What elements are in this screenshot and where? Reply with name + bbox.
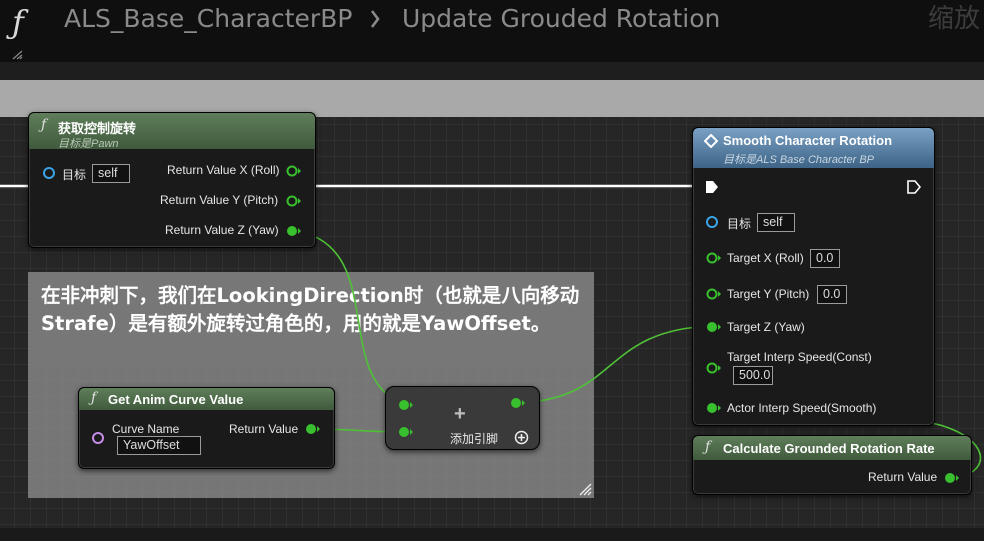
node-smooth-character-rotation[interactable]: Smooth Character Rotation 目标是ALS Base Ch… (692, 127, 935, 426)
name-pin-icon[interactable] (91, 431, 105, 445)
target-z-label: Target Z (Yaw) (727, 320, 805, 334)
node-add-float[interactable]: + 添加引脚 (385, 386, 540, 450)
output-label-x: Return Value X (Roll) (167, 163, 280, 177)
function-icon: ƒ (91, 390, 97, 406)
return-value-label: Return Value (868, 470, 938, 484)
wire-add-to-targetz (515, 325, 713, 404)
wire-yaw-to-add (292, 229, 406, 405)
node-title: Calculate Grounded Rotation Rate (723, 441, 935, 456)
target-self-field[interactable]: self (757, 213, 795, 232)
node-subtitle: 目标是ALS Base Character BP (723, 154, 875, 166)
exec-in-pin-icon[interactable] (705, 180, 719, 194)
node-title: Get Anim Curve Value (108, 392, 244, 407)
float-pin-icon[interactable] (705, 251, 723, 265)
node-title: Smooth Character Rotation (723, 133, 893, 148)
object-pin-icon[interactable] (705, 215, 719, 229)
object-pin-icon[interactable] (42, 166, 56, 180)
float-pin-icon[interactable] (943, 471, 961, 485)
float-pin-icon[interactable] (705, 287, 723, 301)
float-pin-icon[interactable] (285, 224, 303, 238)
add-pin-label[interactable]: 添加引脚 (450, 430, 498, 447)
float-pin-icon[interactable] (397, 425, 415, 439)
target-y-field[interactable]: 0.0 (817, 285, 847, 304)
interp-speed-field[interactable]: 500.0 (733, 366, 773, 385)
float-pin-icon[interactable] (304, 422, 322, 436)
interp-speed-label: Target Interp Speed(Const) (727, 350, 872, 364)
exec-out-pin-icon[interactable] (907, 180, 921, 194)
target-label: 目标 (727, 217, 752, 231)
float-pin-icon[interactable] (285, 194, 303, 208)
return-value-label: Return Value (229, 422, 299, 436)
node-subtitle: 目标是Pawn (58, 138, 119, 150)
float-pin-icon[interactable] (705, 401, 723, 415)
target-x-label: Target X (Roll) (727, 251, 804, 265)
target-y-label: Target Y (Pitch) (727, 287, 810, 301)
node-get-control-rotation[interactable]: ƒ 获取控制旋转 目标是Pawn 目标 self Return Value X … (28, 112, 316, 248)
curve-name-field[interactable]: YawOffset (117, 436, 201, 455)
output-label-y: Return Value Y (Pitch) (160, 193, 279, 207)
diamond-icon (704, 134, 718, 148)
curve-name-label: Curve Name (112, 422, 180, 436)
target-label: 目标 (62, 168, 87, 182)
node-get-anim-curve-value[interactable]: ƒ Get Anim Curve Value Curve Name YawOff… (78, 387, 335, 469)
add-circle-icon[interactable] (514, 430, 529, 445)
target-x-field[interactable]: 0.0 (810, 249, 840, 268)
add-operator-label: + (454, 403, 466, 425)
output-label-z: Return Value Z (Yaw) (165, 223, 279, 237)
float-pin-icon[interactable] (509, 396, 527, 410)
float-pin-icon[interactable] (285, 164, 303, 178)
float-pin-icon[interactable] (397, 398, 415, 412)
target-self-field[interactable]: self (92, 164, 130, 183)
node-calculate-grounded-rotation-rate[interactable]: ƒ Calculate Grounded Rotation Rate Retur… (692, 435, 972, 495)
function-icon: ƒ (41, 117, 47, 133)
float-pin-icon[interactable] (705, 320, 723, 334)
float-pin-icon[interactable] (705, 361, 723, 375)
function-icon: ƒ (705, 439, 711, 455)
actor-interp-label: Actor Interp Speed(Smooth) (727, 401, 877, 415)
